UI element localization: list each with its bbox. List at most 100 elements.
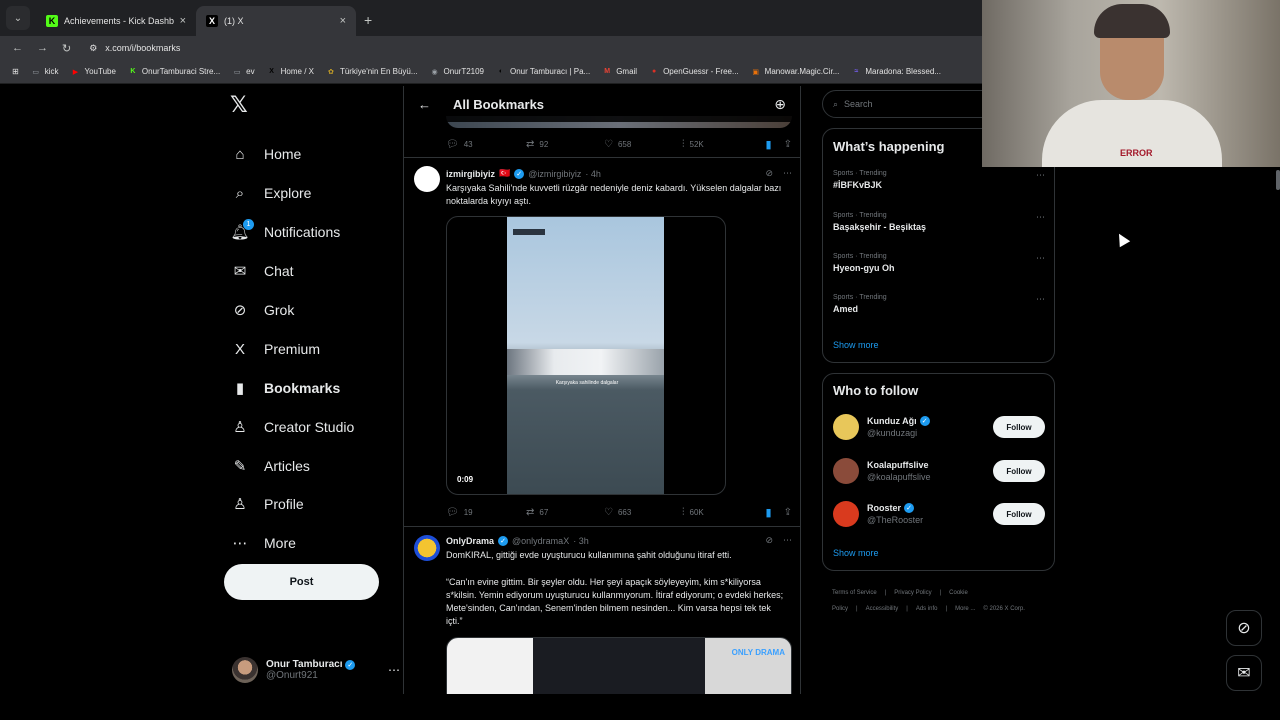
back-arrow-icon[interactable]: ← [418,97,431,112]
bookmark-favicon-icon: ≈ [854,68,859,75]
trend-item[interactable]: Sports · Trending Başakşehir - Beşiktaş ⋯ [833,212,1045,232]
bookmark-item[interactable]: ▣ Manowar.Magic.Cir... [751,67,839,77]
panel-title: Who to follow [833,383,919,398]
follow-button[interactable]: Follow [993,503,1045,525]
footer-link[interactable]: Privacy Policy [894,590,931,596]
more-icon[interactable]: ⋯ [783,535,792,546]
nav-item-creator-studio[interactable]: ♙ Creator Studio [230,415,354,439]
more-icon[interactable]: ⋯ [388,663,400,677]
trend-item[interactable]: Sports · Trending Hyeon-gyu Oh ⋯ [833,253,1045,273]
bookmark-item[interactable]: X Home / X [267,67,314,77]
trend-item[interactable]: Sports · Trending #İBFKvBJK ⋯ [833,170,1045,190]
new-tab-button[interactable]: + [364,12,372,28]
bookmark-item[interactable]: ◐ Onur Tamburacı | Pa... [496,67,590,77]
site-info-icon[interactable]: ⚙ [89,43,97,54]
nav-item-profile[interactable]: ♙ Profile [230,492,303,516]
nav-item-chat[interactable]: ✉ Chat [230,259,294,283]
follow-button[interactable]: Follow [993,416,1045,438]
nav-item-more[interactable]: ⋯ More [230,531,296,555]
like-button[interactable]: ♡ 663 [604,507,682,518]
bookmark-item[interactable]: M Gmail [602,67,637,77]
footer-link[interactable]: Terms of Service [832,590,877,596]
show-more-link[interactable]: Show more [833,548,879,558]
suggestion-name: Rooster ✓ [867,503,923,513]
nav-item-bookmarks[interactable]: ▮ Bookmarks [230,376,340,400]
close-icon[interactable]: × [340,15,346,27]
footer-link[interactable]: Ads info [916,606,938,612]
bookmark-item[interactable]: ▭ kick [31,67,58,77]
share-icon[interactable]: ⇪ [784,507,792,518]
account-switcher[interactable]: Onur Tamburacı ✓ @Onurt921 ⋯ [232,652,400,688]
grok-icon[interactable]: ⊘ [765,168,773,179]
more-icon[interactable]: ⋯ [1036,294,1045,305]
forward-icon[interactable]: → [37,42,48,54]
tweet[interactable]: OnlyDrama ✓ @onlydramaX · 3h ⊘ ⋯ DomKIRAL… [404,527,800,694]
reply-button[interactable]: 💬︎ 19 [446,507,526,518]
bookmark-item[interactable]: ◉ OnurT2109 [430,67,484,77]
author-name[interactable]: izmirgibiyiz [446,169,495,179]
scrollbar[interactable] [1276,170,1280,190]
nav-item-articles[interactable]: ✎ Articles [230,454,310,478]
views-button[interactable]: ⫶ 52K [682,139,762,150]
tweet-time[interactable]: · 4h [585,169,601,179]
tweet-video[interactable]: Karşıyaka sahilinde dalgalar 0:09 [446,216,726,495]
reload-icon[interactable]: ↻ [62,42,71,55]
post-button[interactable]: Post [224,564,379,600]
bookmark-item[interactable]: K OnurTamburaci Stre... [128,67,220,77]
avatar [414,535,440,561]
show-more-link[interactable]: Show more [833,340,879,350]
bookmark-item[interactable]: ✿ Türkiye'nin En Büyü... [326,67,418,77]
footer-link[interactable]: Accessibility [866,606,899,612]
bookmark-icon[interactable]: ▮ [766,506,772,519]
reply-button[interactable]: 💬︎ 43 [446,139,526,150]
verified-icon: ✓ [919,416,930,426]
tab-title: (1) X [224,16,244,26]
footer-link[interactable]: © 2026 X Corp. [983,606,1024,612]
follow-button[interactable]: Follow [993,460,1045,482]
messages-floating-button[interactable]: ✉ [1226,655,1262,691]
more-icon[interactable]: ⋯ [1036,212,1045,223]
bookmark-icon[interactable]: ▮ [766,138,772,151]
tweet-image[interactable]: ONLY DRAMA [446,637,792,694]
grok-floating-button[interactable]: ⊘ [1226,610,1262,646]
trend-item[interactable]: Sports · Trending Amed ⋯ [833,294,1045,314]
bookmark-favicon-icon: ▶ [72,68,79,76]
back-icon[interactable]: ← [12,42,23,54]
browser-tab-x[interactable]: X (1) X × [196,6,356,36]
x-logo-icon[interactable]: 𝕏 [230,92,248,118]
suggestion-handle: @kunduzagi [867,428,918,438]
follow-suggestion[interactable]: Koalapuffslive @koalapuffslive Follow [833,456,1045,486]
more-icon[interactable]: ⋯ [1036,253,1045,264]
repost-button[interactable]: ⇄ 92 [526,139,604,150]
author-name[interactable]: OnlyDrama [446,536,494,546]
bookmark-item[interactable]: ● OpenGuessr - Free... [649,67,739,77]
video-duration: 0:09 [457,475,474,484]
repost-button[interactable]: ⇄ 67 [526,507,604,518]
follow-suggestion[interactable]: Kunduz Ağı ✓ @kunduzagi Follow [833,412,1045,442]
grok-icon[interactable]: ⊘ [765,535,773,546]
tweet-time[interactable]: · 3h [573,536,589,546]
share-icon[interactable]: ⇪ [784,139,792,150]
bookmark-item[interactable]: ≈ Maradona: Blessed... [851,67,941,77]
more-icon[interactable]: ⋯ [1036,170,1045,181]
views-button[interactable]: ⫶ 60K [682,507,762,518]
nav-item-grok[interactable]: ⊘ Grok [230,298,295,322]
apps-icon[interactable]: ⊞ [12,67,19,76]
url-field[interactable]: ⚙ x.com/i/bookmarks [89,43,180,54]
browser-tab-kick[interactable]: K Achievements - Kick Dashboard × [36,6,196,36]
new-folder-icon[interactable]: ⊕ [774,96,786,113]
bookmark-item[interactable]: ▭ ev [232,67,255,77]
footer-link[interactable]: More ... [955,606,975,612]
close-icon[interactable]: × [180,15,186,27]
follow-suggestion[interactable]: Rooster ✓ @TheRooster Follow [833,499,1045,529]
tab-search-button[interactable]: ⌄ [6,6,30,30]
more-icon[interactable]: ⋯ [783,168,792,179]
nav-item-explore[interactable]: ⌕ Explore [230,181,312,205]
nav-item-home[interactable]: ⌂ Home [230,142,301,166]
nav-item-notifications[interactable]: 🔔︎ 1 Notifications [230,219,340,244]
bookmarks-feed: ← All Bookmarks ⊕ 💬︎ 43 ⇄ 92 ♡ 658 ⫶ 52K ▮ ⇪… [403,86,801,694]
like-button[interactable]: ♡ 658 [604,139,682,150]
tweet[interactable]: izmirgibiyiz 🇹🇷 ✓ @izmirgibiyiz · 4h ⊘ ⋯ … [404,158,800,526]
nav-item-premium[interactable]: X Premium [230,337,320,361]
bookmark-item[interactable]: ▶ YouTube [70,67,116,77]
